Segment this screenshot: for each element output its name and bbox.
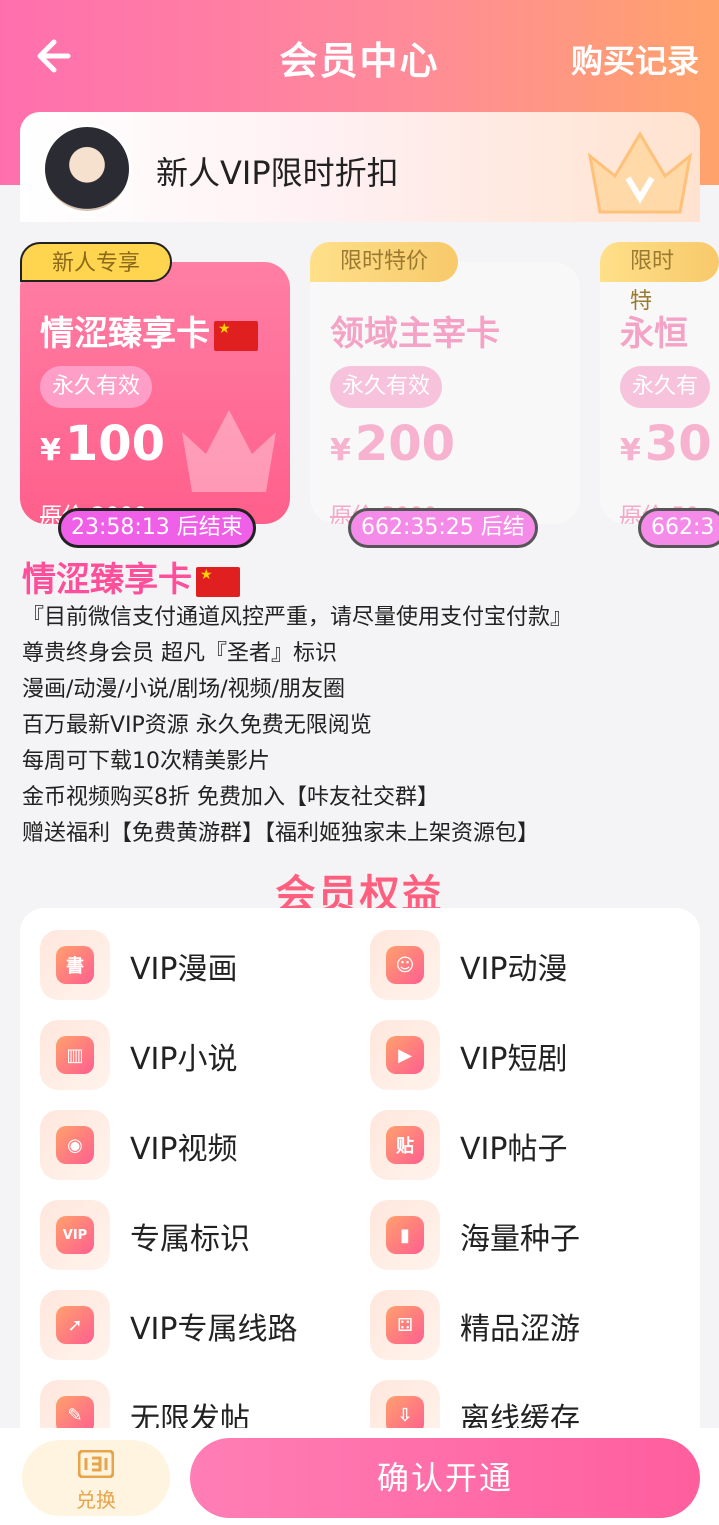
plan-name: 领域主宰卡 xyxy=(330,314,500,354)
plan-validity: 永久有 xyxy=(620,366,711,408)
plan-badge: 限时特价 xyxy=(310,242,459,282)
exchange-label: 兑换 xyxy=(76,1488,116,1512)
promo-text: 新人VIP限时折扣 xyxy=(156,154,399,192)
plan-card-2[interactable]: 永恒 永久有 ¥30 原价:50 xyxy=(600,262,719,524)
countdown-timer: 662:35:25 后结 xyxy=(348,508,538,548)
plan-price: ¥30 xyxy=(620,416,712,472)
description-line: 『目前微信支付通道风控严重，请尽量使用支付宝付款』 xyxy=(22,605,573,630)
plan-price: ¥200 xyxy=(330,416,455,472)
purchase-records-link[interactable]: 购买记录 xyxy=(571,36,699,82)
plan-name: 情涩臻享卡 xyxy=(40,314,210,354)
book-icon: 書 xyxy=(40,930,110,1000)
benefit-vip-comic[interactable]: 書 VIP漫画 xyxy=(20,928,340,1002)
benefit-label: VIP短剧 xyxy=(460,1042,568,1077)
benefit-vip-route[interactable]: ➚ VIP专属线路 xyxy=(20,1288,340,1362)
china-flag-icon xyxy=(214,320,258,351)
confirm-activate-button[interactable]: 确认开通 xyxy=(190,1438,700,1518)
benefit-label: VIP漫画 xyxy=(130,952,238,987)
benefit-label: 专属标识 xyxy=(130,1222,250,1257)
film-reel-icon: ◉ xyxy=(40,1110,110,1180)
description-line: 尊贵终身会员 超凡『圣者』标识 xyxy=(22,641,337,666)
benefit-label: VIP小说 xyxy=(130,1042,238,1077)
plan-card-0[interactable]: 情涩臻享卡 永久有效 ¥100 原价:2000 xyxy=(20,262,290,524)
plan-price: ¥100 xyxy=(40,416,165,472)
benefit-vip-short-drama[interactable]: ▶ VIP短剧 xyxy=(350,1018,670,1092)
bottom-action-bar: 兑换 确认开通 xyxy=(0,1428,719,1525)
benefit-label: 海量种子 xyxy=(460,1222,580,1257)
benefit-vip-post[interactable]: 贴 VIP帖子 xyxy=(350,1108,670,1182)
plan-validity: 永久有效 xyxy=(330,366,443,408)
plan-validity: 永久有效 xyxy=(40,366,153,408)
selected-plan-name: 情涩臻享卡 xyxy=(22,560,192,600)
plan-badge: 限时特 xyxy=(600,242,719,314)
crown-watermark-icon xyxy=(182,410,276,492)
currency-symbol: ¥ xyxy=(40,433,61,468)
currency-symbol: ¥ xyxy=(330,433,351,468)
tv-icon: ☺ xyxy=(370,930,440,1000)
description-line: 赠送福利【免费黄游群】【福利姬独家未上架资源包】 xyxy=(22,821,540,846)
benefit-vip-video[interactable]: ◉ VIP视频 xyxy=(20,1108,340,1182)
avatar[interactable] xyxy=(42,124,132,214)
zip-icon: ▮ xyxy=(370,1200,440,1270)
countdown-timer: 23:58:13 后结束 xyxy=(58,508,256,548)
benefit-label: VIP专属线路 xyxy=(130,1312,298,1347)
benefit-label: VIP帖子 xyxy=(460,1132,568,1167)
countdown-timer: 662:3 xyxy=(638,508,719,548)
description-line: 金币视频购买8折 免费加入【咔友社交群】 xyxy=(22,785,439,810)
crown-icon xyxy=(587,131,693,214)
plan-badge: 新人专享 xyxy=(20,242,173,282)
price-value: 100 xyxy=(64,416,166,472)
price-value: 30 xyxy=(644,416,712,472)
plan-description: 『目前微信支付通道风控严重，请尽量使用支付宝付款』 尊贵终身会员 超凡『圣者』标… xyxy=(22,600,572,852)
exchange-button[interactable]: 兑换 xyxy=(22,1440,170,1516)
price-value: 200 xyxy=(354,416,456,472)
benefit-label: 精品涩游 xyxy=(460,1312,580,1347)
novel-icon: ▥ xyxy=(40,1020,110,1090)
post-icon: 贴 xyxy=(370,1110,440,1180)
currency-symbol: ¥ xyxy=(620,433,641,468)
benefit-exclusive-badge[interactable]: VIP 专属标识 xyxy=(20,1198,340,1272)
top-bar: 会员中心 购买记录 xyxy=(0,0,719,112)
benefit-label: VIP动漫 xyxy=(460,952,568,987)
phone-play-icon: ▶ xyxy=(370,1020,440,1090)
benefits-panel: 書 VIP漫画 ☺ VIP动漫 ▥ VIP小说 ▶ VIP短剧 ◉ VIP视频 … xyxy=(20,908,700,1448)
benefit-vip-anime[interactable]: ☺ VIP动漫 xyxy=(350,928,670,1002)
benefit-games[interactable]: ⚃ 精品涩游 xyxy=(350,1288,670,1362)
plan-cards-row: 情涩臻享卡 永久有效 ¥100 原价:2000 新人专享 23:58:13 后结… xyxy=(0,240,719,550)
gamepad-icon: ⚃ xyxy=(370,1290,440,1360)
promo-banner: 新人VIP限时折扣 xyxy=(20,112,700,222)
exchange-code-icon xyxy=(78,1450,114,1478)
benefit-massive-seeds[interactable]: ▮ 海量种子 xyxy=(350,1198,670,1272)
description-line: 百万最新VIP资源 永久免费无限阅览 xyxy=(22,713,372,738)
vip-badge-icon: VIP xyxy=(40,1200,110,1270)
china-flag-icon xyxy=(196,566,240,597)
description-line: 漫画/动漫/小说/剧场/视频/朋友圈 xyxy=(22,677,346,702)
plan-card-1[interactable]: 领域主宰卡 永久有效 ¥200 原价:3000 xyxy=(310,262,580,524)
benefit-vip-novel[interactable]: ▥ VIP小说 xyxy=(20,1018,340,1092)
description-line: 每周可下载10次精美影片 xyxy=(22,749,270,774)
selected-plan-title: 情涩臻享卡 xyxy=(22,552,240,601)
benefit-label: VIP视频 xyxy=(130,1132,238,1167)
rocket-icon: ➚ xyxy=(40,1290,110,1360)
